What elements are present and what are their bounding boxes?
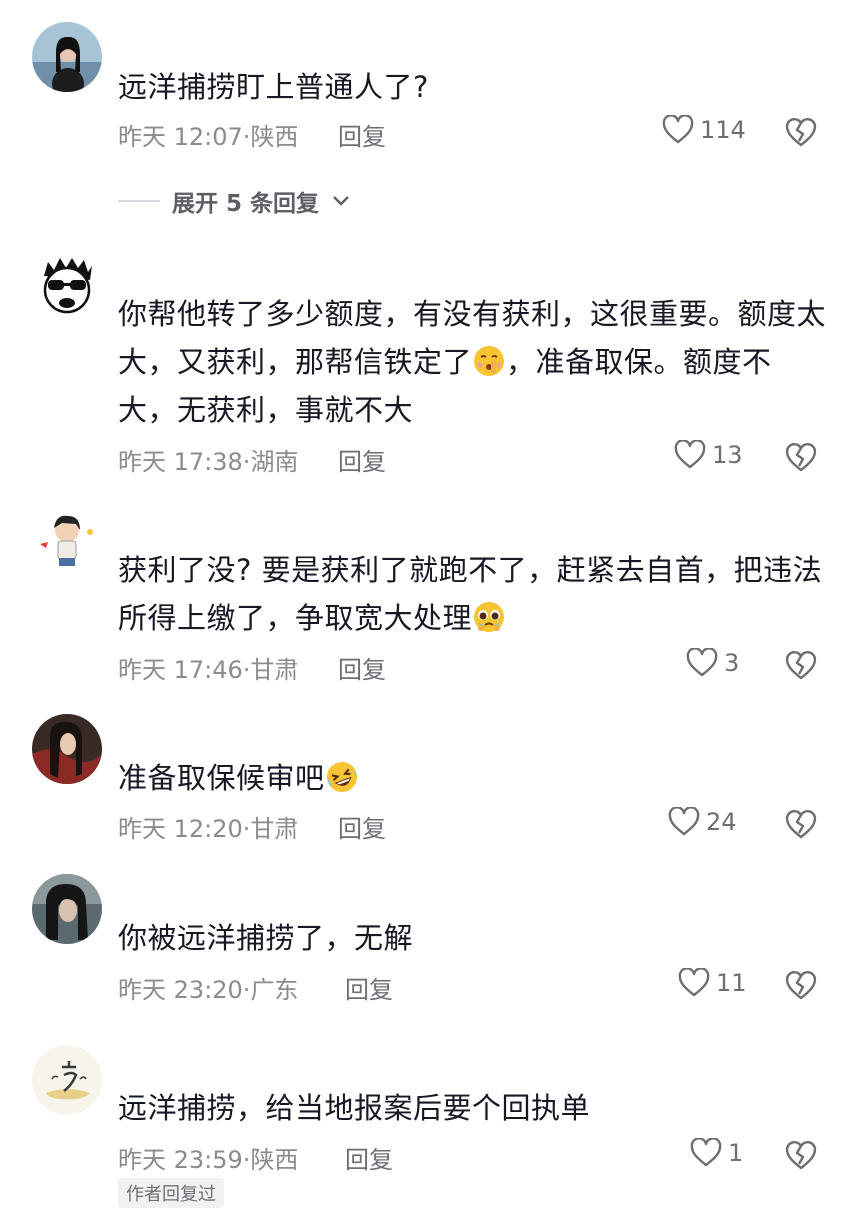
comment-meta: 昨天 17:38·湖南 xyxy=(118,442,298,477)
heart-outline-icon xyxy=(662,115,694,145)
divider xyxy=(118,200,160,202)
comment-meta: 昨天 12:07·陕西 xyxy=(118,117,298,152)
like-count: 13 xyxy=(712,441,743,469)
comment-location: 甘肃 xyxy=(250,815,299,843)
avatar[interactable] xyxy=(32,506,102,576)
broken-heart-icon xyxy=(784,649,818,681)
avatar[interactable] xyxy=(32,250,102,320)
reply-button[interactable]: 回复 xyxy=(338,650,386,685)
heart-outline-icon xyxy=(686,648,718,678)
username-fragment: · · · xyxy=(118,1062,150,1070)
broken-heart-icon xyxy=(784,1139,818,1171)
like-count: 114 xyxy=(700,116,746,144)
like-button[interactable]: 13 xyxy=(674,440,743,470)
comment-text: 你被远洋捕捞了，无解 xyxy=(118,921,414,955)
comment-time: 昨天 23:59 xyxy=(118,1146,243,1174)
comment-time: 昨天 17:46 xyxy=(118,656,243,684)
like-count: 3 xyxy=(724,649,740,677)
reply-button[interactable]: 回复 xyxy=(345,1140,393,1175)
comment-time: 昨天 17:38 xyxy=(118,448,243,476)
expand-replies-label: 展开 5 条回复 xyxy=(172,191,320,217)
heart-outline-icon xyxy=(678,968,710,998)
comment-meta: 昨天 23:59·陕西 xyxy=(118,1140,298,1175)
heart-outline-icon xyxy=(690,1138,722,1168)
like-button[interactable]: 3 xyxy=(686,648,739,678)
like-button[interactable]: 114 xyxy=(662,115,746,145)
expand-replies-button[interactable]: 展开 5 条回复 xyxy=(118,184,351,218)
comment-location: 广东 xyxy=(250,976,299,1004)
heart-outline-icon xyxy=(674,440,706,470)
username-fragment: · · · · · xyxy=(118,520,175,528)
author-replied-badge: 作者回复过 xyxy=(118,1178,224,1208)
dislike-button[interactable] xyxy=(784,116,818,148)
comment-text: 准备取保候审吧 xyxy=(118,754,828,802)
comment-meta: 昨天 17:46·甘肃 xyxy=(118,650,298,685)
broken-heart-icon xyxy=(784,969,818,1001)
dislike-button[interactable] xyxy=(784,649,818,681)
dislike-button[interactable] xyxy=(784,808,818,840)
like-count: 1 xyxy=(728,1139,744,1167)
comment-time: 昨天 12:20 xyxy=(118,815,243,843)
comment-location: 甘肃 xyxy=(250,656,299,684)
broken-heart-icon xyxy=(784,116,818,148)
like-button[interactable]: 24 xyxy=(668,807,737,837)
like-count: 11 xyxy=(716,969,747,997)
avatar[interactable] xyxy=(32,22,102,92)
pleading-face-emoji xyxy=(474,602,505,632)
like-button[interactable]: 11 xyxy=(678,968,747,998)
avatar[interactable] xyxy=(32,714,102,784)
comment-text-part: 准备取保候审吧 xyxy=(118,761,325,795)
broken-heart-icon xyxy=(784,441,818,473)
shushing-face-emoji xyxy=(474,346,505,376)
comment-meta: 昨天 12:20·甘肃 xyxy=(118,809,298,844)
comment-location: 陕西 xyxy=(250,1146,299,1174)
dislike-button[interactable] xyxy=(784,441,818,473)
like-button[interactable]: 1 xyxy=(690,1138,743,1168)
like-count: 24 xyxy=(706,808,737,836)
reply-button[interactable]: 回复 xyxy=(345,970,393,1005)
reply-button[interactable]: 回复 xyxy=(338,809,386,844)
comment-text: 远洋捕捞盯上普通人了? xyxy=(118,70,429,104)
comment-meta: 昨天 23:20·广东 xyxy=(118,970,298,1005)
comment-text: 获利了没? 要是获利了就跑不了，赶紧去自首，把违法所得上缴了，争取宽大处理 xyxy=(118,546,828,642)
dislike-button[interactable] xyxy=(784,1139,818,1171)
comment-text: 远洋捕捞，给当地报案后要个回执单 xyxy=(118,1091,591,1125)
chevron-down-icon xyxy=(333,196,349,206)
username-fragment: · · · · · xyxy=(118,266,175,274)
comment-location: 陕西 xyxy=(250,123,299,151)
reply-button[interactable]: 回复 xyxy=(338,442,386,477)
dislike-button[interactable] xyxy=(784,969,818,1001)
comment-time: 昨天 12:07 xyxy=(118,123,243,151)
heart-outline-icon xyxy=(668,807,700,837)
rolling-laughing-emoji xyxy=(326,762,357,792)
comment-location: 湖南 xyxy=(250,448,299,476)
comment-time: 昨天 23:20 xyxy=(118,976,243,1004)
avatar[interactable] xyxy=(32,1045,102,1115)
broken-heart-icon xyxy=(784,808,818,840)
comment-text: 你帮他转了多少额度，有没有获利，这很重要。额度太大，又获利，那帮信铁定了 ，准备取… xyxy=(118,290,828,434)
reply-button[interactable]: 回复 xyxy=(338,117,386,152)
avatar[interactable] xyxy=(32,874,102,944)
comment-text-part: 获利了没? 要是获利了就跑不了，赶紧去自首，把违法所得上缴了，争取宽大处理 xyxy=(118,553,823,635)
